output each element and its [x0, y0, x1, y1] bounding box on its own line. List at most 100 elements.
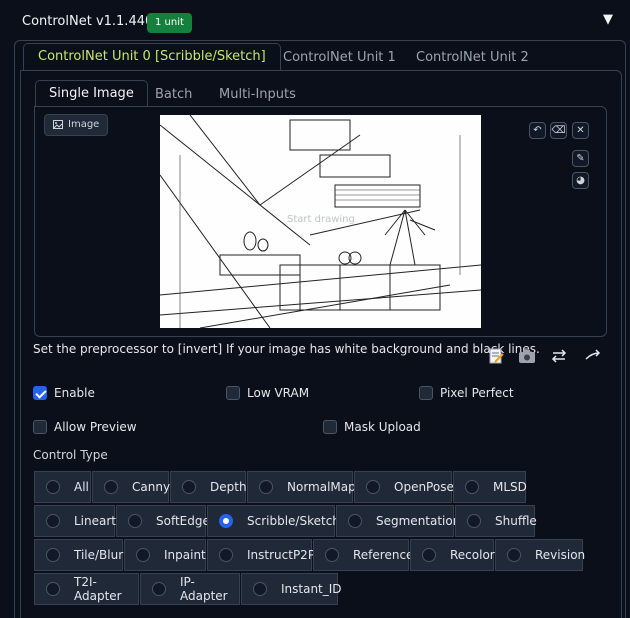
control-type-label: Control Type: [33, 448, 108, 462]
eraser-icon[interactable]: ⌫: [550, 122, 567, 139]
mask-upload-check[interactable]: [323, 420, 337, 434]
option-label: Inpaint: [164, 548, 206, 562]
radio-icon[interactable]: [104, 480, 118, 494]
pixel-perfect-label: Pixel Perfect: [440, 386, 514, 400]
option-label: Reference: [353, 548, 414, 562]
tab-controlnet-unit-1[interactable]: ControlNet Unit 1: [283, 45, 396, 71]
radio-selected-icon[interactable]: [219, 514, 233, 528]
option-label: Shuffle: [495, 514, 537, 528]
control-type-option[interactable]: InstructP2P: [207, 539, 316, 571]
option-label: Canny: [132, 480, 171, 494]
radio-icon[interactable]: [46, 514, 60, 528]
control-type-option[interactable]: T2I-Adapter: [34, 573, 139, 605]
option-label: Depth: [210, 480, 247, 494]
control-type-option[interactable]: Lineart: [34, 505, 116, 537]
option-label: Revision: [535, 548, 586, 562]
radio-icon[interactable]: [128, 514, 142, 528]
mask-upload-checkbox[interactable]: Mask Upload: [323, 418, 421, 436]
camera-icon[interactable]: [518, 347, 536, 365]
tab-controlnet-unit-0[interactable]: ControlNet Unit 0 [Scribble/Sketch]: [23, 43, 281, 71]
radio-icon[interactable]: [152, 582, 166, 596]
control-type-option[interactable]: Canny: [92, 471, 171, 503]
low-vram-checkbox[interactable]: Low VRAM: [226, 384, 309, 402]
send-icon[interactable]: [584, 347, 602, 365]
option-label: Tile/Blur: [74, 548, 124, 562]
control-type-option[interactable]: Inpaint: [124, 539, 206, 571]
enable-check[interactable]: [33, 386, 47, 400]
tab-batch[interactable]: Batch: [155, 82, 192, 108]
allow-preview-check[interactable]: [33, 420, 47, 434]
enable-checkbox[interactable]: Enable: [33, 384, 95, 402]
option-label: T2I-Adapter: [74, 575, 122, 603]
option-label: Instant_ID: [281, 582, 342, 596]
control-type-option[interactable]: Recolor: [410, 539, 495, 571]
radio-icon[interactable]: [136, 548, 150, 562]
option-label: NormalMap: [287, 480, 356, 494]
control-type-option[interactable]: Shuffle: [455, 505, 537, 537]
allow-preview-label: Allow Preview: [54, 420, 137, 434]
enable-label: Enable: [54, 386, 95, 400]
low-vram-check[interactable]: [226, 386, 240, 400]
control-type-option[interactable]: Depth: [170, 471, 247, 503]
radio-icon[interactable]: [182, 480, 196, 494]
radio-icon[interactable]: [366, 480, 380, 494]
close-icon[interactable]: ✕: [572, 122, 589, 139]
option-label: Scribble/Sketch: [247, 514, 340, 528]
radio-icon[interactable]: [259, 480, 273, 494]
option-label: OpenPose: [394, 480, 454, 494]
option-label: SoftEdge: [156, 514, 210, 528]
control-type-option[interactable]: NormalMap: [247, 471, 356, 503]
radio-icon[interactable]: [46, 480, 60, 494]
control-type-option[interactable]: Revision: [495, 539, 586, 571]
low-vram-label: Low VRAM: [247, 386, 310, 400]
radio-icon[interactable]: [325, 548, 339, 562]
tab-single-image[interactable]: Single Image: [35, 80, 148, 106]
controlnet-header[interactable]: ControlNet v1.1.440 1 unit ▼: [0, 0, 630, 40]
radio-icon[interactable]: [348, 514, 362, 528]
control-type-option[interactable]: MLSD: [453, 471, 527, 503]
radio-icon[interactable]: [507, 548, 521, 562]
control-type-option[interactable]: OpenPose: [354, 471, 454, 503]
undo-icon[interactable]: ↶: [529, 122, 546, 139]
control-type-option-selected[interactable]: Scribble/Sketch: [207, 505, 340, 537]
radio-icon[interactable]: [46, 548, 60, 562]
radio-icon[interactable]: [467, 514, 481, 528]
tab-multi-inputs[interactable]: Multi-Inputs: [219, 82, 296, 108]
option-label: IP-Adapter: [180, 575, 228, 603]
control-type-option[interactable]: IP-Adapter: [140, 573, 240, 605]
unit-count-badge: 1 unit: [147, 13, 192, 33]
preprocessor-hint: Set the preprocessor to [invert] If your…: [33, 342, 540, 356]
mask-upload-label: Mask Upload: [344, 420, 421, 434]
image-label-text: Image: [68, 119, 100, 130]
control-type-option[interactable]: Tile/Blur: [34, 539, 123, 571]
tab-controlnet-unit-2[interactable]: ControlNet Unit 2: [416, 45, 529, 71]
controlnet-title: ControlNet v1.1.440: [22, 14, 154, 29]
allow-preview-checkbox[interactable]: Allow Preview: [33, 418, 137, 436]
option-label: MLSD: [493, 480, 527, 494]
canvas-placeholder: Start drawing: [287, 214, 355, 225]
edit-icon[interactable]: [487, 347, 505, 365]
option-label: Segmentation: [376, 514, 461, 528]
control-type-option[interactable]: SoftEdge: [116, 505, 210, 537]
control-type-option[interactable]: Reference: [313, 539, 413, 571]
control-type-option[interactable]: Segmentation: [336, 505, 460, 537]
control-type-option[interactable]: Instant_ID: [241, 573, 342, 605]
image-label: Image: [44, 114, 109, 136]
pixel-perfect-checkbox[interactable]: Pixel Perfect: [419, 384, 514, 402]
radio-icon[interactable]: [46, 582, 60, 596]
radio-icon[interactable]: [253, 582, 267, 596]
triangle-down-icon[interactable]: ▼: [603, 12, 619, 28]
pixel-perfect-check[interactable]: [419, 386, 433, 400]
control-type-option[interactable]: All: [34, 471, 91, 503]
option-label: Recolor: [450, 548, 495, 562]
swap-icon[interactable]: [550, 347, 568, 365]
radio-icon[interactable]: [422, 548, 436, 562]
brush-icon[interactable]: ✎: [572, 150, 589, 167]
radio-icon[interactable]: [219, 548, 233, 562]
option-label: All: [74, 480, 89, 494]
radio-icon[interactable]: [465, 480, 479, 494]
image-icon: [53, 119, 63, 129]
option-label: InstructP2P: [247, 548, 316, 562]
palette-icon[interactable]: ◕: [572, 172, 589, 189]
option-label: Lineart: [74, 514, 116, 528]
